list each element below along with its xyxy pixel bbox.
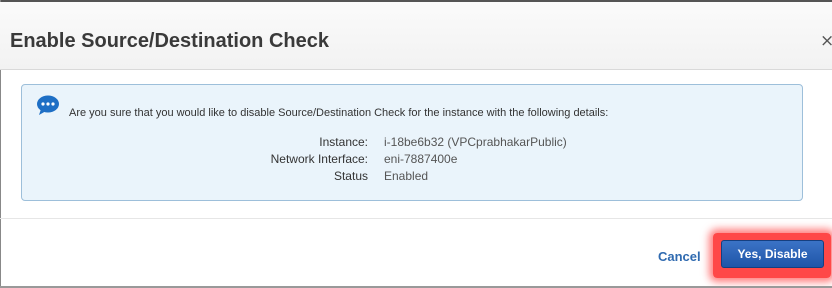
dialog-header: Enable Source/Destination Check × (0, 2, 832, 70)
confirmation-message: Are you sure that you would like to disa… (69, 107, 609, 119)
detail-label: Instance: (319, 135, 368, 149)
speech-bubble-icon (37, 95, 59, 115)
cancel-link[interactable]: Cancel (658, 249, 701, 264)
detail-value: i-18be6b32 (VPCprabhakarPublic) (384, 135, 567, 149)
detail-label: Network Interface: (270, 152, 368, 166)
dialog-title: Enable Source/Destination Check (10, 30, 329, 52)
detail-row-instance: Instance: i-18be6b32 (VPCprabhakarPublic… (22, 135, 804, 151)
detail-label: Status (333, 169, 368, 183)
detail-row-status: Status Enabled (22, 169, 804, 185)
close-icon[interactable]: × (820, 31, 832, 51)
footer-divider (0, 218, 832, 219)
detail-row-network-interface: Network Interface: eni-7887400e (22, 152, 804, 168)
detail-value: eni-7887400e (384, 152, 458, 166)
yes-disable-button[interactable]: Yes, Disable (721, 240, 824, 268)
confirmation-info-box: Are you sure that you would like to disa… (21, 84, 803, 201)
enable-source-destination-check-dialog: Enable Source/Destination Check × Are yo… (0, 0, 832, 288)
detail-value: Enabled (384, 169, 429, 183)
